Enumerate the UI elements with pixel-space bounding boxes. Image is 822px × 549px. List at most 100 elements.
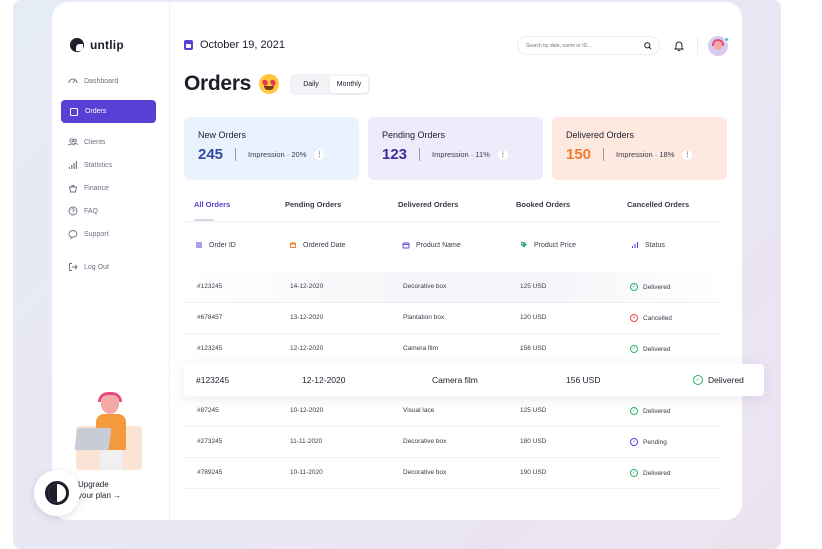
statistics-icon	[68, 160, 78, 170]
calendar-icon	[290, 242, 296, 248]
product-name-cell: Camera film	[403, 345, 439, 352]
upgrade-line-2: your plan →	[78, 491, 122, 500]
card-divider	[235, 148, 237, 161]
avatar-headphones	[712, 39, 724, 46]
sidebar-item-support[interactable]: Support	[68, 226, 109, 242]
info-icon[interactable]: ⋮	[682, 149, 693, 160]
card-title: New Orders	[198, 130, 247, 140]
tab-all-orders[interactable]: All Orders	[194, 200, 230, 209]
column-header-product-name[interactable]: Product Name	[402, 241, 461, 249]
ordered-date-cell: 13-12-2020	[290, 314, 324, 321]
calendar-icon	[184, 40, 193, 50]
sidebar-item-label: Finance	[84, 184, 109, 192]
tab-delivered-orders[interactable]: Delivered Orders	[398, 200, 458, 209]
card-title: Delivered Orders	[566, 130, 635, 140]
check-circle-icon: ✓	[693, 375, 703, 385]
date-text: October 19, 2021	[200, 39, 286, 51]
product-price-cell: 190 USD	[520, 469, 547, 476]
sidebar-item-faq[interactable]: FAQ	[68, 203, 98, 219]
table-row[interactable]: #789245 10-11-2020 Decorative box 190 USD ✓ D…	[185, 458, 722, 489]
sidebar-item-label: Log Out	[84, 263, 109, 271]
status-badge: ✓ Delivered	[630, 407, 670, 415]
column-header-order-id[interactable]: Order ID	[195, 241, 236, 249]
upgrade-plan-link[interactable]: Upgrade your plan →	[78, 479, 121, 501]
table-row[interactable]: #123245 12-12-2020 Camera film 156 USD ✓ Deli…	[185, 334, 722, 365]
product-price-cell: 125 USD	[520, 283, 547, 290]
card-value: 123	[382, 146, 408, 163]
contrast-icon	[45, 481, 69, 505]
column-header-status[interactable]: Status	[631, 241, 665, 249]
list-icon	[196, 242, 202, 248]
tab-booked-orders[interactable]: Booked Orders	[516, 200, 570, 209]
period-daily-button[interactable]: Daily	[292, 76, 330, 93]
laptop-icon	[74, 428, 112, 450]
product-name-cell: Camera film	[432, 375, 478, 385]
cancelled-icon: ×	[630, 314, 638, 322]
card-value: 150	[566, 146, 592, 163]
status-badge: ✓ Delivered	[630, 345, 670, 353]
pending-icon: •	[630, 438, 638, 446]
stat-card-pending-orders[interactable]: Pending Orders 123 Impression · 11% ⋮	[368, 117, 543, 180]
product-name-cell: Decorative box	[403, 283, 447, 290]
info-icon[interactable]: ⋮	[314, 149, 325, 160]
sidebar-item-label: Statistics	[84, 161, 113, 169]
active-tab-indicator	[194, 219, 214, 221]
table-row[interactable]: #87245 10-12-2020 Visual lace 125 USD ✓ Deliv…	[185, 396, 722, 427]
sidebar-item-label: FAQ	[84, 207, 99, 215]
stat-card-new-orders[interactable]: New Orders 245 Impression · 20% ⋮	[184, 117, 359, 180]
order-id-cell: #123245	[196, 375, 230, 385]
page-title: Orders	[184, 72, 280, 96]
order-id-cell: #273245	[197, 438, 223, 445]
search-input[interactable]	[526, 42, 636, 49]
table-row[interactable]: #123245 14-12-2020 Decorative box 125 USD ✓ D…	[185, 272, 722, 303]
info-icon[interactable]: ⋮	[497, 149, 508, 160]
check-circle-icon: ✓	[630, 407, 638, 415]
product-price-cell: 156 USD	[566, 375, 601, 385]
period-toggle: Daily Monthly	[290, 74, 370, 95]
current-date: October 19, 2021	[184, 39, 285, 51]
stat-card-delivered-orders[interactable]: Delivered Orders 150 Impression · 18% ⋮	[552, 117, 727, 180]
column-header-ordered-date[interactable]: Ordered Date	[289, 241, 345, 249]
table-row[interactable]: #123245 12-12-2020 Camera film 156 USD ✓ Deli…	[184, 364, 764, 396]
table-header: Order ID Ordered Date Product Name Produ…	[185, 232, 722, 260]
sidebar-item-finance[interactable]: Finance	[68, 180, 109, 196]
table-row[interactable]: #678457 13-12-2020 Plantation box 120 USD × C…	[185, 303, 722, 334]
ordered-date-cell: 12-12-2020	[302, 375, 346, 385]
order-id-cell: #123245	[197, 345, 223, 352]
product-name-cell: Visual lace	[403, 407, 435, 414]
sidebar-item-clients[interactable]: Clients	[68, 134, 105, 150]
theme-toggle-button[interactable]	[34, 470, 80, 516]
product-price-cell: 156 USD	[520, 345, 547, 352]
sidebar-item-dashboard[interactable]: Dashboard	[68, 73, 118, 89]
period-monthly-button[interactable]: Monthly	[330, 76, 368, 93]
column-header-label: Ordered Date	[303, 241, 346, 249]
status-label: Delivered	[708, 375, 744, 385]
header-divider	[697, 37, 698, 55]
order-id-cell: #87245	[197, 407, 219, 414]
column-header-label: Status	[645, 241, 665, 249]
card-divider	[603, 148, 605, 161]
status-badge: ✓ Delivered	[630, 283, 670, 291]
sidebar-item-statistics[interactable]: Statistics	[68, 157, 112, 173]
bell-icon[interactable]	[674, 40, 684, 51]
headphones-icon	[98, 392, 122, 402]
ordered-date-cell: 10-11-2020	[290, 469, 323, 476]
card-title: Pending Orders	[382, 130, 446, 140]
sidebar-item-logout[interactable]: Log Out	[68, 259, 109, 275]
card-impression: Impression · 20%	[248, 150, 307, 159]
sidebar-item-label: Dashboard	[84, 77, 119, 85]
sidebar-item-orders[interactable]: Orders	[61, 100, 156, 123]
tab-cancelled-orders[interactable]: Cancelled Orders	[627, 200, 689, 209]
table-row[interactable]: #273245 11-11-2020 Decorative box 180 USD • P…	[185, 427, 722, 458]
search-icon[interactable]	[643, 41, 653, 51]
status-badge: × Cancelled	[630, 314, 672, 322]
brand-logo[interactable]: untlip	[70, 38, 124, 52]
tab-pending-orders[interactable]: Pending Orders	[285, 200, 341, 209]
order-tabs: All Orders Pending Orders Delivered Orde…	[185, 190, 722, 222]
column-header-product-price[interactable]: Product Price	[520, 241, 576, 249]
search-box[interactable]	[517, 36, 660, 55]
status-label: Pending	[643, 438, 667, 446]
card-impression: Impression · 11%	[432, 150, 490, 159]
online-status-dot	[724, 37, 729, 42]
faq-icon	[68, 206, 78, 216]
